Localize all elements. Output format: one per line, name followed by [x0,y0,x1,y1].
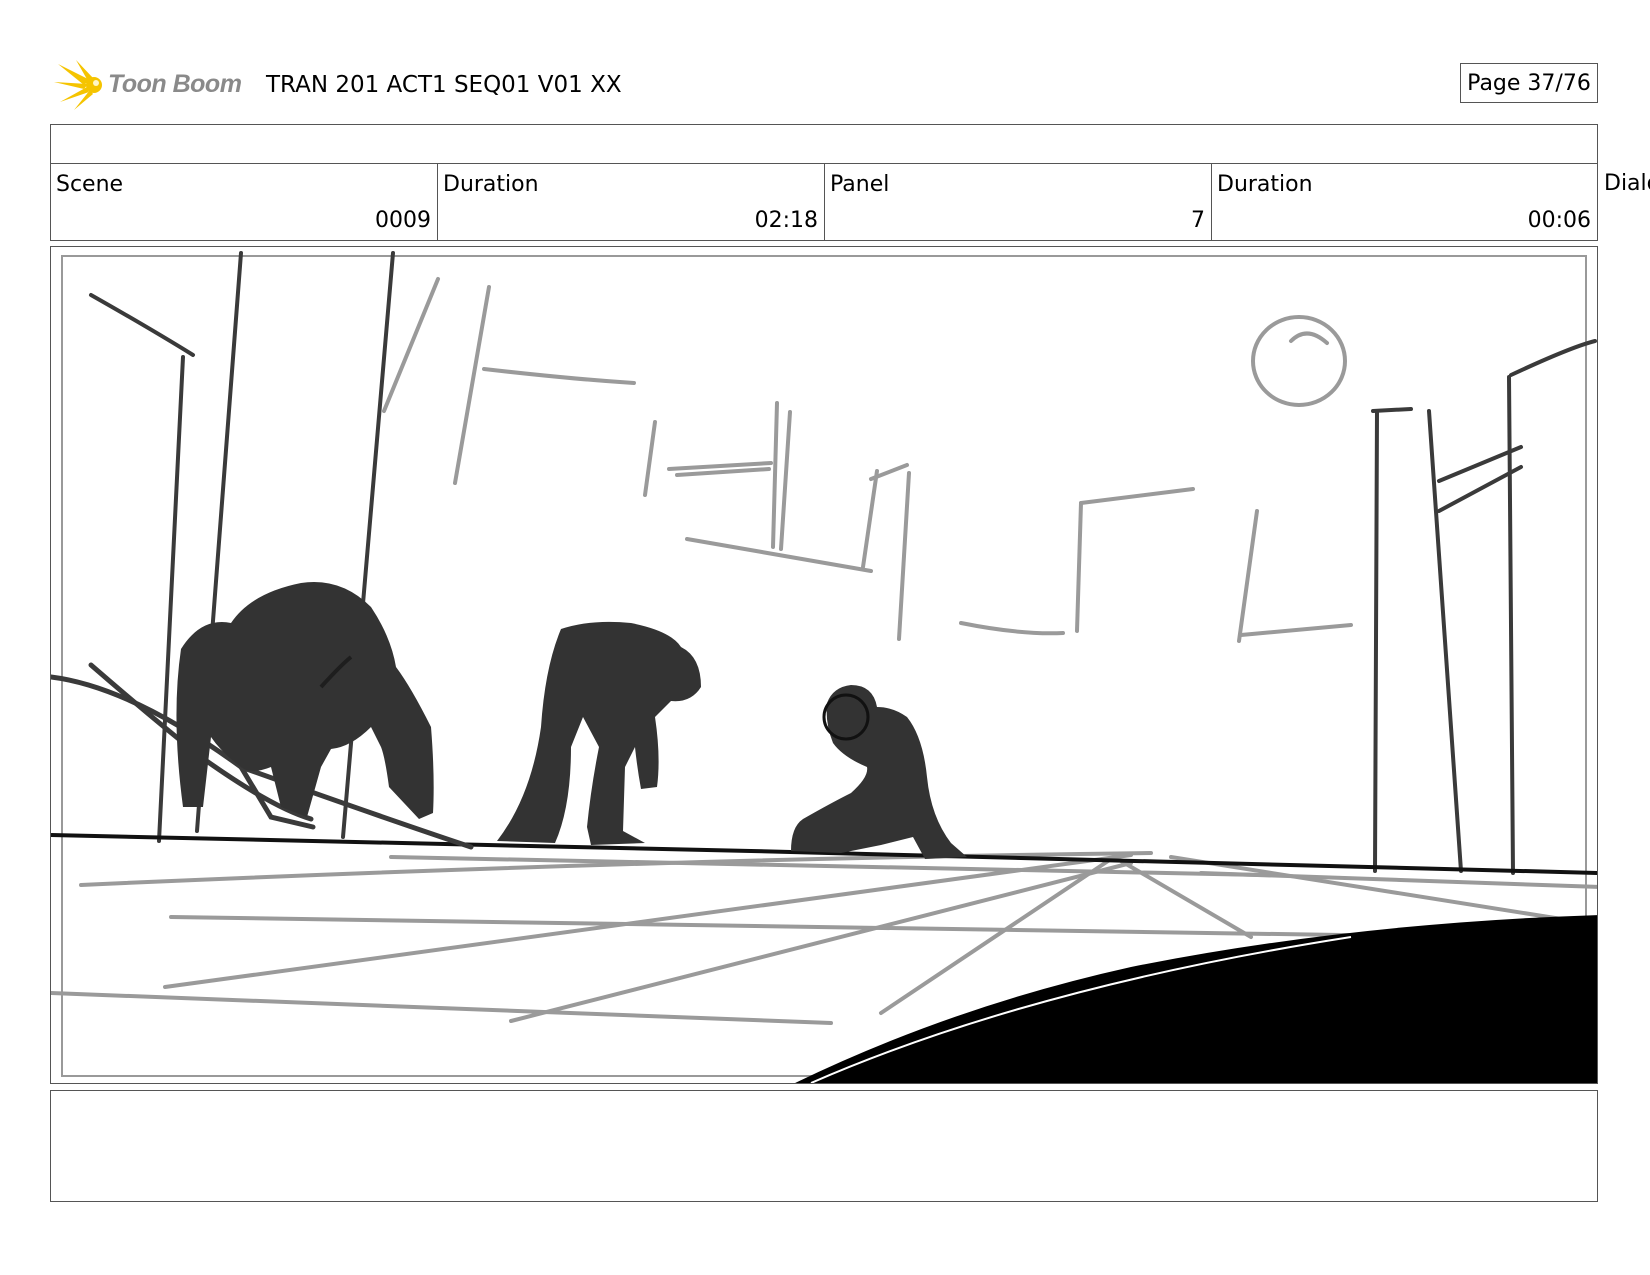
panel-cell: Panel 7 [825,164,1212,240]
panel-label: Panel [830,172,890,197]
scene-duration-value: 02:18 [754,208,818,233]
document-title: TRAN 201 ACT1 SEQ01 V01 XX [266,72,622,98]
scene-value: 0009 [375,208,431,233]
dialog-label: Dialog [1604,171,1650,196]
scene-cell: Scene 0009 [51,164,438,240]
scene-duration-cell: Duration 02:18 [438,164,825,240]
panel-value: 7 [1191,208,1205,233]
panel-duration-label: Duration [1217,172,1313,197]
logo-text: Toon Boom [108,70,242,98]
scene-label: Scene [56,172,124,197]
page-indicator: Page 37/76 [1460,63,1598,103]
header-strip [50,124,1598,164]
storyboard-panel [50,246,1598,1084]
panel-duration-value: 00:06 [1527,208,1591,233]
scene-duration-label: Duration [443,172,539,197]
panel-info-row: Scene 0009 Duration 02:18 Panel 7 Durati… [50,163,1598,241]
panel-duration-cell: Duration 00:06 [1212,164,1597,240]
storyboard-sketch-image [51,251,1597,1083]
panel-notes-box [50,1090,1598,1202]
